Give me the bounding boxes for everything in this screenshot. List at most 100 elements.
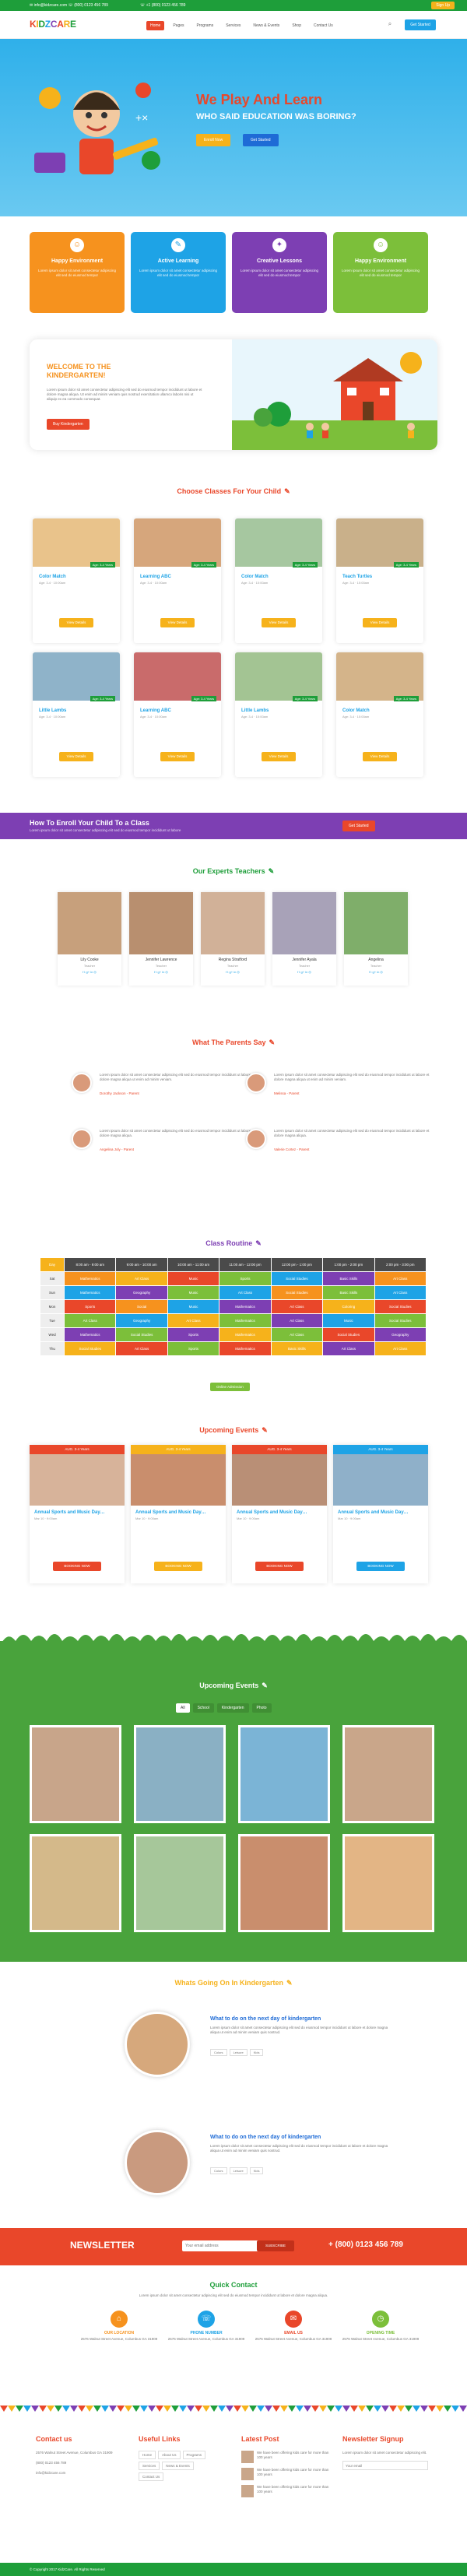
social-icons[interactable]: f t g+ in ◎	[58, 970, 121, 974]
bunting-flag	[257, 2406, 265, 2412]
class-name[interactable]: Color Match	[241, 575, 269, 579]
routine-day: Sat	[40, 1272, 64, 1285]
testimonial-quote: Lorem ipsum dolor sit amet consectetur a…	[100, 1129, 255, 1137]
class-details-button[interactable]: View Details	[160, 618, 195, 627]
class-details-button[interactable]: View Details	[160, 752, 195, 761]
blog-title[interactable]: What to do on the next day of kindergart…	[210, 2016, 321, 2022]
nav-item-services[interactable]: Services	[222, 21, 244, 30]
feature-card: ☺ Happy Environment Lorem ipsum dolor sit …	[30, 232, 125, 313]
footer-signup-input[interactable]	[342, 2461, 428, 2470]
routine-row: Tue Art Class Geography Art Class Mathematic…	[40, 1314, 427, 1327]
logo-letter: E	[69, 19, 76, 30]
footer-link[interactable]: News & Events	[162, 2462, 194, 2470]
footer-link[interactable]: Contact Us	[139, 2472, 164, 2481]
footer-link[interactable]: About Us	[158, 2451, 181, 2459]
social-icons[interactable]: f t g+ in ◎	[344, 970, 408, 974]
footer-post[interactable]: We have been offering kids care for more…	[241, 2451, 335, 2463]
class-name[interactable]: Learning ABC	[140, 575, 171, 579]
teachers-title: Our Experts Teachers ✎	[0, 867, 467, 876]
topbar-signup-button[interactable]: Sign Up	[431, 2, 455, 9]
blog-tag[interactable]: Colors	[210, 2049, 227, 2056]
enroll-button[interactable]: Get Started	[342, 821, 375, 831]
social-icons[interactable]: f t g+ in ◎	[129, 970, 193, 974]
blog-tag[interactable]: Kids	[249, 2167, 264, 2174]
event-booking-button[interactable]: BOOKING NOW	[356, 1562, 405, 1571]
site-header: KIDZCARE Home Pages Programs Services News &…	[0, 11, 467, 39]
class-details-button[interactable]: View Details	[363, 752, 397, 761]
blog-title[interactable]: What to do on the next day of kindergart…	[210, 2135, 321, 2140]
gallery-tab-all[interactable]: All	[176, 1703, 190, 1713]
gallery-photo[interactable]	[342, 1834, 434, 1932]
gallery-photo[interactable]	[134, 1725, 226, 1823]
gallery-photo[interactable]	[30, 1834, 121, 1932]
social-icons[interactable]: f t g+ in ◎	[272, 970, 336, 974]
hero-enroll-button[interactable]: Enroll Now	[196, 134, 231, 146]
gallery-photo[interactable]	[342, 1725, 434, 1823]
teachers-title-text: Our Experts Teachers	[192, 867, 265, 875]
gallery-photo[interactable]	[30, 1725, 121, 1823]
nav-item-shop[interactable]: Shop	[288, 21, 305, 30]
class-details-button[interactable]: View Details	[59, 752, 93, 761]
header-cta-button[interactable]: Get Started	[405, 19, 436, 30]
nav-item-home[interactable]: Home	[146, 21, 165, 30]
class-details-button[interactable]: View Details	[262, 752, 296, 761]
blog-tag[interactable]: Kids	[249, 2049, 264, 2056]
nav-item-programs[interactable]: Programs	[193, 21, 218, 30]
teacher-card: Regina Stratford Teacher f t g+ in ◎	[201, 892, 265, 986]
event-booking-button[interactable]: BOOKING NOW	[154, 1562, 202, 1571]
gallery-photo[interactable]	[238, 1834, 330, 1932]
nav-item-contact-us[interactable]: Contact Us	[310, 21, 337, 30]
event-title[interactable]: Annual Sports and Music Day…	[237, 1510, 322, 1515]
event-booking-button[interactable]: BOOKING NOW	[255, 1562, 304, 1571]
blog-tags: Colors Leisure Kids	[210, 2049, 264, 2056]
class-details-button[interactable]: View Details	[59, 618, 93, 627]
class-name[interactable]: Little Lambs	[241, 708, 269, 713]
hero-started-button[interactable]: Get Started	[243, 134, 279, 146]
bunting-flag	[101, 2406, 109, 2412]
logo[interactable]: KIDZCARE	[30, 19, 76, 30]
post-title: We have been offering kids care for more…	[257, 2485, 329, 2493]
enroll-title: How To Enroll Your Child To a Class	[30, 819, 149, 827]
blog-tag[interactable]: Colors	[210, 2167, 227, 2174]
routine-header-cell: Day	[40, 1258, 64, 1271]
footer-link[interactable]: Programs	[182, 2451, 206, 2459]
welcome-button[interactable]: Buy Kindergarten	[47, 419, 90, 430]
event-booking-button[interactable]: BOOKING NOW	[53, 1562, 101, 1571]
footer-link[interactable]: Services	[139, 2462, 160, 2470]
blog-tag[interactable]: Leisure	[229, 2049, 248, 2056]
class-name[interactable]: Little Lambs	[39, 708, 66, 713]
class-details-button[interactable]: View Details	[363, 618, 397, 627]
search-icon[interactable]: ⌕	[384, 20, 395, 30]
class-name[interactable]: Learning ABC	[140, 708, 171, 713]
subscribe-button[interactable]: SUBSCRIBE	[257, 2240, 294, 2251]
gallery-tab-school[interactable]: School	[192, 1703, 214, 1713]
gallery-photo[interactable]	[134, 1834, 226, 1932]
nav-item-pages[interactable]: Pages	[169, 21, 188, 30]
online-admission-button[interactable]: Online Admission	[210, 1383, 250, 1391]
class-card: Age: 3-4 Years Little Lambs Age: 3-4 · 10:…	[235, 652, 322, 777]
class-name[interactable]: Color Match	[39, 575, 66, 579]
gallery-tab-kindergarten[interactable]: Kindergarten	[216, 1703, 249, 1713]
class-details-button[interactable]: View Details	[262, 618, 296, 627]
class-name[interactable]: Teach Turtles	[342, 575, 372, 579]
footer-email[interactable]: info@kidzcare.com	[36, 2471, 129, 2475]
gallery-tab-photo[interactable]: Photo	[251, 1703, 272, 1713]
event-meta: Mar 10 · 9:00am	[135, 1516, 159, 1520]
bunting-flag	[296, 2406, 304, 2412]
footer-post[interactable]: We have been offering kids care for more…	[241, 2485, 335, 2497]
social-icons[interactable]: f t g+ in ◎	[201, 970, 265, 974]
event-title[interactable]: Annual Sports and Music Day…	[338, 1510, 423, 1515]
blog-tag[interactable]: Leisure	[229, 2167, 248, 2174]
routine-title: Class Routine ✎	[0, 1239, 467, 1248]
footer-link[interactable]: Home	[139, 2451, 156, 2459]
class-name[interactable]: Color Match	[342, 708, 370, 713]
gallery-photo[interactable]	[238, 1725, 330, 1823]
nav-item-news-events[interactable]: News & Events	[249, 21, 283, 30]
bunting-flag	[327, 2406, 335, 2412]
event-title[interactable]: Annual Sports and Music Day…	[135, 1510, 221, 1515]
event-title[interactable]: Annual Sports and Music Day…	[34, 1510, 120, 1515]
newsletter-title: NEWSLETTER	[70, 2240, 135, 2251]
routine-cell: Art Class	[271, 1314, 323, 1327]
teacher-role: Teacher	[155, 964, 167, 968]
footer-post[interactable]: We have been offering kids care for more…	[241, 2468, 335, 2480]
